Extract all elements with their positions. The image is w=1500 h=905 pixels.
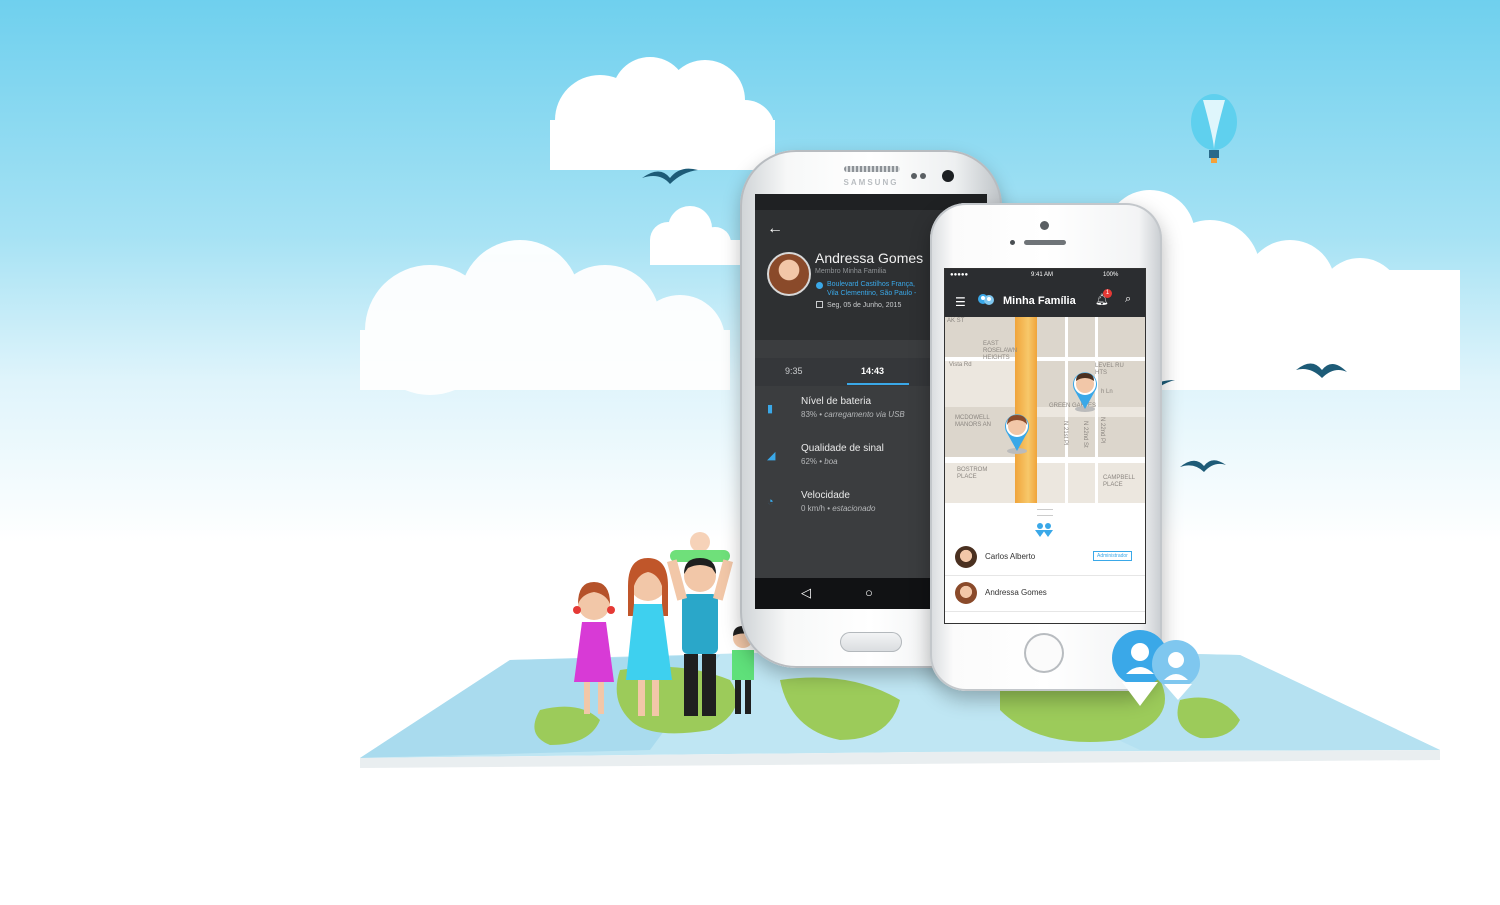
profile-name: Andressa Gomes bbox=[815, 250, 924, 266]
signal-indicator: ●●●●● bbox=[950, 272, 969, 278]
item-title: Nível de bateria bbox=[801, 396, 872, 407]
battery-icon: ▮ bbox=[767, 403, 774, 415]
map-label: LEVEL RU HTS bbox=[1095, 363, 1124, 376]
girl-figure bbox=[573, 582, 615, 714]
phone-camera bbox=[942, 170, 954, 182]
item-title: Velocidade bbox=[801, 490, 850, 501]
tab-time-2[interactable]: 14:43 bbox=[861, 366, 884, 376]
bird-icon bbox=[1180, 460, 1226, 472]
nav-home-icon[interactable]: ○ bbox=[865, 585, 873, 600]
map-label: CAMPBELL PLACE bbox=[1103, 475, 1135, 488]
hero-scene: SAMSUNG ← Andressa Gomes Membro Minha Fa… bbox=[0, 0, 1500, 905]
family-pins-icon bbox=[1035, 523, 1053, 537]
tab-time-1[interactable]: 9:35 bbox=[785, 366, 803, 376]
item-detail: 62% • boa bbox=[801, 457, 838, 466]
admin-badge: Administrador bbox=[1093, 551, 1132, 561]
tab-indicator bbox=[847, 383, 909, 385]
woman-figure bbox=[626, 558, 672, 716]
phone-sensor bbox=[911, 173, 917, 179]
iphone-screen: ●●●●● 9:41 AM 100% ☰ Minha Família 🔔︎ 1 … bbox=[945, 269, 1145, 623]
avatar[interactable] bbox=[767, 252, 811, 296]
map-label: MCDOWELL MANORS AN bbox=[955, 415, 992, 428]
nav-back-icon[interactable]: ◁ bbox=[801, 585, 811, 601]
back-arrow-icon[interactable]: ← bbox=[767, 220, 783, 238]
phone-brand: SAMSUNG bbox=[843, 178, 899, 187]
map-road bbox=[945, 457, 1145, 463]
notification-badge: 1 bbox=[1103, 289, 1112, 298]
app-header: ☰ Minha Família 🔔︎ 1 ⌕ bbox=[945, 283, 1145, 317]
status-time: 9:41 AM bbox=[1031, 272, 1054, 278]
user-location-pin-icon[interactable] bbox=[1001, 411, 1033, 455]
cloud-icon bbox=[550, 57, 775, 170]
search-icon[interactable]: ⌕ bbox=[1125, 293, 1131, 306]
ios-status-bar: ●●●●● 9:41 AM 100% bbox=[945, 269, 1145, 283]
map-label: Vista Rd bbox=[949, 362, 972, 368]
speedometer-icon: ◔ bbox=[767, 496, 774, 508]
profile-role: Membro Minha Familia bbox=[815, 268, 887, 275]
phone-speaker bbox=[844, 166, 900, 172]
item-title: Qualidade de sinal bbox=[801, 443, 884, 454]
iphone: ●●●●● 9:41 AM 100% ☰ Minha Família 🔔︎ 1 … bbox=[930, 203, 1162, 691]
members-sheet: Carlos Alberto Administrador Andressa Go… bbox=[945, 503, 1145, 623]
phone-sensor bbox=[1010, 240, 1015, 245]
map-label: ak St bbox=[947, 318, 965, 324]
app-logo-icon bbox=[1112, 630, 1200, 706]
map-label: N 22nd St bbox=[1082, 421, 1088, 448]
app-title: Minha Família bbox=[1003, 295, 1076, 307]
map-block bbox=[1037, 417, 1145, 457]
user-location-pin-icon[interactable] bbox=[1069, 369, 1101, 413]
man-figure bbox=[666, 532, 734, 716]
signal-icon: ◢ bbox=[767, 450, 776, 462]
calendar-icon bbox=[816, 301, 823, 308]
app-logo-icon bbox=[978, 294, 994, 305]
map-label: EAST ROSELAWN HEIGHTS bbox=[983, 341, 1018, 361]
map-label: N 21st Pl bbox=[1062, 421, 1068, 446]
avatar bbox=[955, 546, 977, 568]
avatar bbox=[955, 582, 977, 604]
battery-indicator: 100% bbox=[1103, 272, 1119, 278]
member-name: Andressa Gomes bbox=[985, 588, 1047, 597]
drag-handle[interactable] bbox=[1037, 509, 1053, 516]
bird-icon bbox=[642, 168, 698, 184]
phone-speaker bbox=[1024, 240, 1066, 245]
map-road bbox=[1065, 317, 1068, 503]
home-button[interactable] bbox=[840, 632, 902, 652]
item-detail: 83% • carregamento via USB bbox=[801, 410, 905, 419]
cloud-icon bbox=[650, 206, 740, 265]
map-view[interactable]: ak St EAST ROSELAWN HEIGHTS Vista Rd LEV… bbox=[945, 317, 1145, 503]
hamburger-menu-icon[interactable]: ☰ bbox=[955, 295, 966, 309]
member-name: Carlos Alberto bbox=[985, 552, 1036, 561]
location-pin-icon bbox=[816, 282, 823, 289]
map-label: BOSTROM PLACE bbox=[957, 467, 988, 480]
date-label: Seg, 05 de Junho, 2015 bbox=[827, 302, 902, 309]
member-row[interactable]: Carlos Alberto Administrador bbox=[945, 539, 1145, 576]
member-row[interactable]: Andressa Gomes bbox=[945, 575, 1145, 612]
phone-sensor bbox=[920, 173, 926, 179]
item-detail: 0 km/h • estacionado bbox=[801, 504, 876, 513]
map-label: h Ln bbox=[1101, 389, 1113, 395]
home-button[interactable] bbox=[1024, 633, 1064, 673]
map-label: N 22nd Pl bbox=[1099, 417, 1105, 444]
hot-air-balloon-icon bbox=[1191, 94, 1237, 163]
map-road bbox=[945, 357, 1145, 361]
family-illustration bbox=[573, 532, 754, 716]
phone-camera bbox=[1040, 221, 1049, 230]
